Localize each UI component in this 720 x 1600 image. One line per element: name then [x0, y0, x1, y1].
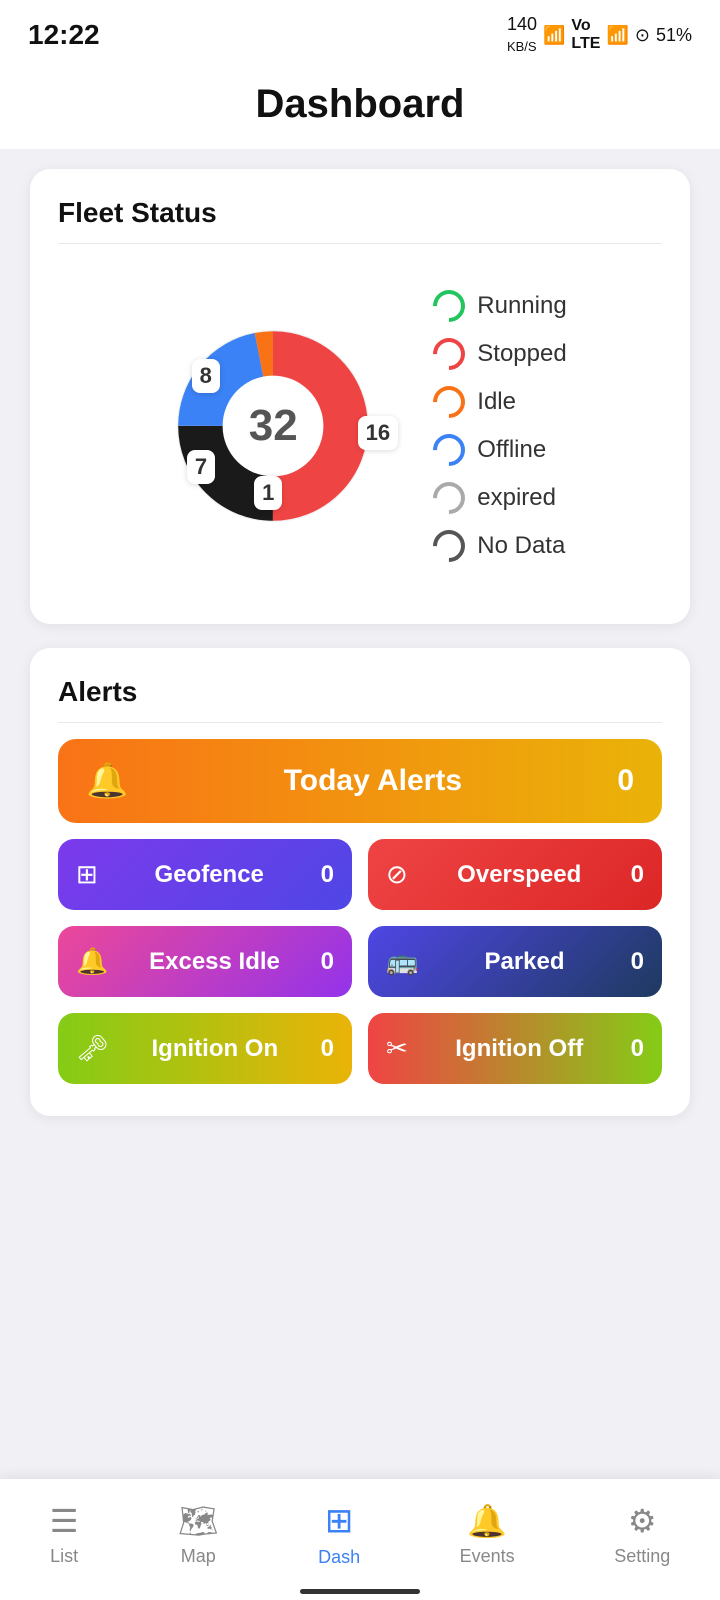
geofence-count: 0 — [321, 861, 334, 889]
bottom-nav: ☰ List 🗺 Map ⊞ Dash 🔔 Events ⚙ Setting — [0, 1479, 720, 1600]
status-time: 12:22 — [28, 19, 100, 51]
fleet-legend: Running Stopped Idle Offline expired — [433, 290, 566, 562]
nav-setting[interactable]: ⚙ Setting — [598, 1494, 686, 1575]
data-speed: 140KB/S — [507, 14, 537, 56]
fleet-status-title: Fleet Status — [58, 197, 662, 244]
excess-idle-label: Excess Idle — [120, 948, 308, 976]
overspeed-icon: ⊘ — [386, 859, 408, 890]
ignition-off-label: Ignition Off — [420, 1035, 619, 1063]
running-icon — [427, 283, 472, 328]
nav-dash[interactable]: ⊞ Dash — [302, 1493, 376, 1576]
stopped-icon — [427, 331, 472, 376]
ignition-on-icon: 🗝 — [76, 1033, 109, 1064]
idle-label: Idle — [477, 388, 516, 416]
today-alerts-label: Today Alerts — [146, 764, 599, 798]
lte-icon: VoLTE — [571, 17, 600, 53]
events-label: Events — [460, 1546, 515, 1567]
expired-label: expired — [477, 484, 556, 512]
legend-idle: Idle — [433, 386, 566, 418]
nav-map[interactable]: 🗺 Map — [162, 1494, 235, 1575]
donut-total: 32 — [249, 401, 298, 451]
today-alerts-icon: 🔔 — [86, 761, 128, 801]
home-indicator — [300, 1589, 420, 1594]
running-label: Running — [477, 292, 566, 320]
battery-percent: 51% — [656, 25, 692, 46]
today-alerts-count: 0 — [617, 764, 634, 798]
alerts-title: Alerts — [58, 676, 662, 723]
alert-grid: ⊞ Geofence 0 ⊘ Overspeed 0 🔔 Excess Idle… — [58, 839, 662, 1084]
fleet-body: 32 8 16 7 1 Running Stopped — [58, 260, 662, 592]
seg-label-running: 16 — [358, 416, 398, 450]
list-icon: ☰ — [50, 1502, 79, 1540]
main-content: Fleet Status — [0, 149, 720, 1240]
signal-icon: 📶 — [606, 25, 628, 46]
overspeed-button[interactable]: ⊘ Overspeed 0 — [368, 839, 662, 910]
ignition-on-label: Ignition On — [121, 1035, 309, 1063]
map-icon: 🗺 — [178, 1502, 219, 1540]
nodata-icon — [427, 523, 472, 568]
page-title: Dashboard — [0, 82, 720, 127]
alerts-body: 🔔 Today Alerts 0 ⊞ Geofence 0 ⊘ Overspee… — [58, 739, 662, 1084]
dash-label: Dash — [318, 1547, 360, 1568]
ignition-on-button[interactable]: 🗝 Ignition On 0 — [58, 1013, 352, 1084]
overspeed-count: 0 — [631, 861, 644, 889]
ignition-off-count: 0 — [631, 1035, 644, 1063]
stopped-label: Stopped — [477, 340, 566, 368]
geofence-label: Geofence — [110, 861, 309, 889]
parked-icon: 🚌 — [386, 946, 418, 977]
parked-button[interactable]: 🚌 Parked 0 — [368, 926, 662, 997]
map-label: Map — [181, 1546, 216, 1567]
status-bar: 12:22 140KB/S 📶 VoLTE 📶 ⊙ 51% — [0, 0, 720, 64]
fleet-status-card: Fleet Status — [30, 169, 690, 624]
status-icons: 140KB/S 📶 VoLTE 📶 ⊙ 51% — [507, 14, 692, 56]
setting-icon: ⚙ — [628, 1502, 657, 1540]
battery-icon: ⊙ — [635, 25, 650, 46]
nav-list[interactable]: ☰ List — [34, 1494, 95, 1575]
app-header: Dashboard — [0, 64, 720, 149]
wifi-icon: 📶 — [543, 25, 565, 46]
geofence-button[interactable]: ⊞ Geofence 0 — [58, 839, 352, 910]
idle-icon — [427, 379, 472, 424]
overspeed-label: Overspeed — [420, 861, 619, 889]
legend-stopped: Stopped — [433, 338, 566, 370]
excess-idle-count: 0 — [321, 948, 334, 976]
geofence-icon: ⊞ — [76, 859, 98, 890]
ignition-off-icon: ✂ — [386, 1033, 408, 1064]
seg-label-idle: 1 — [254, 476, 282, 510]
setting-label: Setting — [614, 1546, 670, 1567]
donut-chart: 32 8 16 7 1 — [153, 306, 393, 546]
excess-idle-button[interactable]: 🔔 Excess Idle 0 — [58, 926, 352, 997]
legend-running: Running — [433, 290, 566, 322]
today-alerts-button[interactable]: 🔔 Today Alerts 0 — [58, 739, 662, 823]
nodata-label: No Data — [477, 532, 565, 560]
dash-icon: ⊞ — [325, 1501, 354, 1541]
nav-events[interactable]: 🔔 Events — [444, 1494, 531, 1575]
ignition-on-count: 0 — [321, 1035, 334, 1063]
list-label: List — [50, 1546, 78, 1567]
nav-spacer — [30, 1140, 690, 1220]
seg-label-nodata: 8 — [192, 359, 220, 393]
seg-label-offline: 7 — [187, 450, 215, 484]
legend-expired: expired — [433, 482, 566, 514]
alerts-card: Alerts 🔔 Today Alerts 0 ⊞ Geofence 0 ⊘ O… — [30, 648, 690, 1116]
expired-icon — [427, 475, 472, 520]
legend-nodata: No Data — [433, 530, 566, 562]
parked-count: 0 — [631, 948, 644, 976]
legend-offline: Offline — [433, 434, 566, 466]
offline-icon — [427, 427, 472, 472]
ignition-off-button[interactable]: ✂ Ignition Off 0 — [368, 1013, 662, 1084]
offline-label: Offline — [477, 436, 546, 464]
parked-label: Parked — [430, 948, 618, 976]
events-icon: 🔔 — [467, 1502, 507, 1540]
excess-idle-icon: 🔔 — [76, 946, 108, 977]
